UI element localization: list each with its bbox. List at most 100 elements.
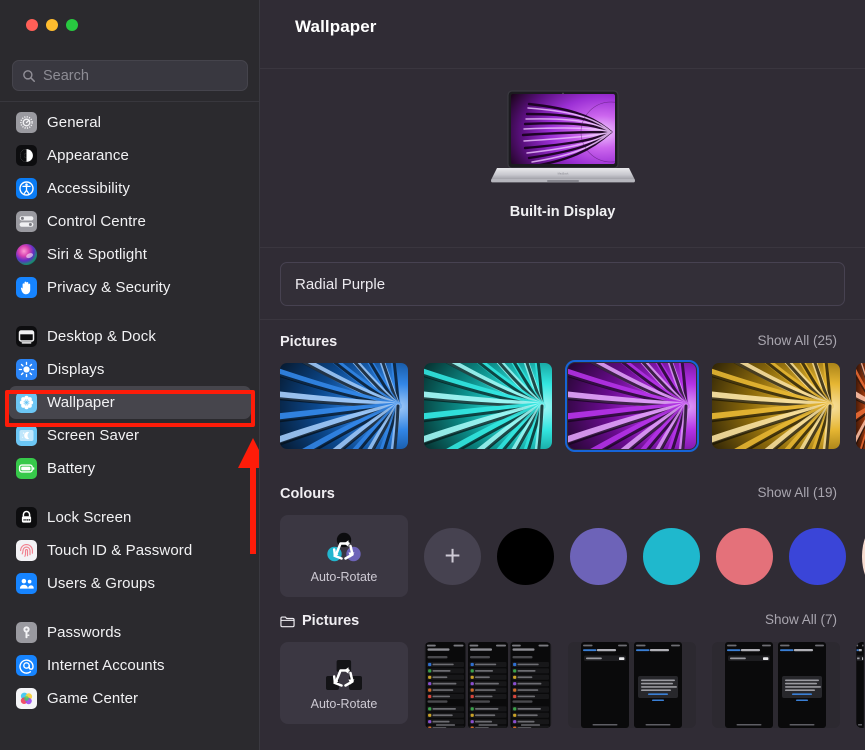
colour-swatch-blue[interactable] <box>789 527 846 585</box>
sidebar-nav: General Appearance Accessibility Control Ce… <box>0 106 259 715</box>
sidebar-item-lock-screen[interactable]: Lock Screen <box>9 501 251 534</box>
wallpaper-name-field[interactable]: Radial Purple <box>280 262 845 306</box>
colour-swatch-salmon[interactable] <box>716 527 773 585</box>
section-title: Colours <box>280 486 335 502</box>
screenshot-thumbnail[interactable] <box>424 642 552 728</box>
section-colours: Colours Show All (19) Auto-Rotate + <box>260 483 865 597</box>
sidebar: General Appearance Accessibility Control Ce… <box>0 0 260 750</box>
wallpaper-thumbnail[interactable] <box>280 363 408 449</box>
desktop-dock-icon <box>16 326 37 347</box>
sidebar-item-label: Battery <box>47 460 96 477</box>
sidebar-item-appearance[interactable]: Appearance <box>9 139 251 172</box>
sidebar-item-passwords[interactable]: Passwords <box>9 616 251 649</box>
sidebar-item-label: Siri & Spotlight <box>47 246 147 263</box>
show-all-pictures-folder[interactable]: Show All (7) <box>765 612 837 627</box>
colours-row: Auto-Rotate + <box>260 515 865 597</box>
wallpaper-thumbnail[interactable] <box>712 363 840 449</box>
search-input[interactable] <box>43 61 238 90</box>
sidebar-item-internet-accounts[interactable]: Internet Accounts <box>9 649 251 682</box>
display-label: Built-in Display <box>509 204 616 220</box>
sidebar-item-label: Displays <box>47 361 105 378</box>
search-field[interactable] <box>12 60 248 91</box>
sidebar-item-label: Privacy & Security <box>47 279 171 296</box>
auto-rotate-label: Auto-Rotate <box>310 569 378 584</box>
sidebar-item-label: Appearance <box>47 147 129 164</box>
display-preview: MacBook Built-in Display <box>260 88 865 220</box>
sidebar-item-touch-id-password[interactable]: Touch ID & Password <box>9 534 251 567</box>
folder-icon <box>280 616 295 627</box>
sliders-icon <box>16 211 37 232</box>
header-divider <box>260 68 865 69</box>
screenshot-thumbnail[interactable] <box>568 642 696 728</box>
section-title-folder: Pictures <box>280 613 359 629</box>
show-all-colours[interactable]: Show All (19) <box>757 485 837 500</box>
sidebar-item-label: Desktop & Dock <box>47 328 156 345</box>
main-content: Wallpaper MacBook Built-in Display Radia… <box>260 0 865 750</box>
close-button[interactable] <box>26 19 38 31</box>
key-icon <box>16 622 37 643</box>
wallpaper-name-value: Radial Purple <box>295 275 386 293</box>
wallpaper-thumbnail[interactable] <box>564 359 700 453</box>
sidebar-item-label: Users & Groups <box>47 575 156 592</box>
siri-orb-icon <box>16 244 37 265</box>
colour-swatch-purple[interactable] <box>570 527 627 585</box>
minimise-button[interactable] <box>46 19 58 31</box>
search-icon <box>23 69 35 82</box>
nav-group: Lock Screen Touch ID & Password Users & Gr… <box>9 501 251 600</box>
screenshot-thumbnail[interactable] <box>856 642 865 728</box>
battery-icon <box>16 458 37 479</box>
show-all-pictures[interactable]: Show All (25) <box>757 333 837 348</box>
game-center-icon <box>16 688 37 709</box>
sidebar-item-battery[interactable]: Battery <box>9 452 251 485</box>
auto-rotate-icon <box>321 529 367 567</box>
sidebar-item-general[interactable]: General <box>9 106 251 139</box>
section-pictures: Pictures Show All (25) <box>260 331 865 453</box>
colour-swatch-cyan[interactable] <box>643 527 700 585</box>
sidebar-item-control-centre[interactable]: Control Centre <box>9 205 251 238</box>
section-title: Pictures <box>280 334 338 350</box>
svg-text:MacBook: MacBook <box>557 172 569 176</box>
name-field-divider-top <box>260 247 865 248</box>
macbook-preview-icon: MacBook <box>490 90 635 183</box>
sidebar-item-accessibility[interactable]: Accessibility <box>9 172 251 205</box>
wallpaper-thumbnail[interactable] <box>424 363 552 449</box>
sidebar-item-desktop-dock[interactable]: Desktop & Dock <box>9 320 251 353</box>
zoom-button[interactable] <box>66 19 78 31</box>
screenshot-thumbnail[interactable] <box>712 642 840 728</box>
sidebar-item-screen-saver[interactable]: Screen Saver <box>9 419 251 452</box>
wallpaper-thumbnail[interactable] <box>856 363 865 449</box>
nav-group-gap <box>9 304 251 320</box>
auto-rotate-tile-folder[interactable]: Auto-Rotate <box>280 642 408 724</box>
sidebar-item-label: Screen Saver <box>47 427 140 444</box>
auto-rotate-icon <box>321 656 367 694</box>
contrast-icon <box>16 145 37 166</box>
nav-group-gap <box>9 600 251 616</box>
sidebar-item-label: Game Center <box>47 690 139 707</box>
accessibility-icon <box>16 178 37 199</box>
sidebar-item-siri-spotlight[interactable]: Siri & Spotlight <box>9 238 251 271</box>
sidebar-item-privacy-security[interactable]: Privacy & Security <box>9 271 251 304</box>
auto-rotate-tile-colours[interactable]: Auto-Rotate <box>280 515 408 597</box>
sidebar-divider <box>0 101 259 102</box>
nav-group: Desktop & Dock Displays Wallpaper Screen Sa… <box>9 320 251 485</box>
add-colour-button[interactable]: + <box>424 527 481 585</box>
nav-group: General Appearance Accessibility Control Ce… <box>9 106 251 304</box>
pictures-thumbnail-row <box>260 359 865 453</box>
colour-swatch-black[interactable] <box>497 527 554 585</box>
sidebar-item-game-center[interactable]: Game Center <box>9 682 251 715</box>
system-settings-window: General Appearance Accessibility Control Ce… <box>0 0 865 750</box>
gear-icon <box>16 112 37 133</box>
at-sign-icon <box>16 655 37 676</box>
sidebar-item-label: Internet Accounts <box>47 657 165 674</box>
sidebar-item-users-groups[interactable]: Users & Groups <box>9 567 251 600</box>
moon-icon <box>16 425 37 446</box>
sidebar-item-displays[interactable]: Displays <box>9 353 251 386</box>
pictures-folder-row: Auto-Rotate <box>260 642 865 728</box>
flower-icon <box>16 392 37 413</box>
sidebar-item-label: Wallpaper <box>47 394 115 411</box>
sidebar-item-wallpaper[interactable]: Wallpaper <box>9 386 251 419</box>
name-field-divider-bottom <box>260 319 865 320</box>
sidebar-item-label: Touch ID & Password <box>47 542 193 559</box>
sidebar-item-label: Accessibility <box>47 180 130 197</box>
section-header: Colours Show All (19) <box>260 483 865 505</box>
